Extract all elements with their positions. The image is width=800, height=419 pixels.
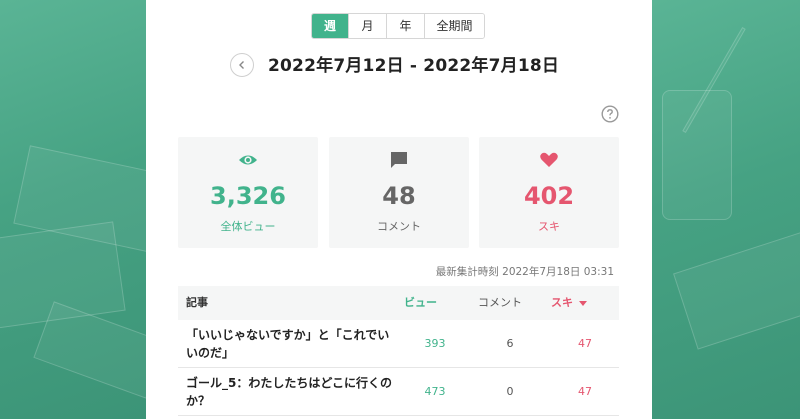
- article-views: 393: [424, 337, 446, 350]
- heart-icon: [540, 152, 558, 167]
- column-header-likes[interactable]: スキ: [551, 286, 587, 320]
- background-photo-left: [0, 0, 146, 419]
- views-count: 3,326: [210, 182, 286, 210]
- column-header-likes-label: スキ: [551, 296, 573, 309]
- article-title[interactable]: 「いいじゃないですか」と「これでいいのだ」: [186, 326, 396, 362]
- table-row[interactable]: ゴール_5：わたしたちはどこに行くのか？ 473 0 47: [178, 368, 619, 416]
- article-likes: 47: [578, 337, 592, 350]
- tab-all-time[interactable]: 全期間: [424, 14, 484, 38]
- eye-icon: [239, 155, 257, 165]
- background-photo-right: [652, 0, 800, 419]
- tab-week[interactable]: 週: [312, 14, 348, 38]
- table-header: 記事 ビュー コメント スキ: [178, 286, 619, 320]
- tab-year[interactable]: 年: [386, 14, 424, 38]
- comment-icon: [391, 152, 407, 168]
- help-icon[interactable]: [601, 105, 619, 123]
- column-header-comments[interactable]: コメント: [478, 286, 522, 320]
- article-comments: 0: [506, 385, 514, 398]
- articles-table: 記事 ビュー コメント スキ 「いいじゃないですか」と「これでいいのだ」 393…: [178, 286, 619, 416]
- stats-panel: 週 月 年 全期間 2022年7月12日 - 2022年7月18日 3,326 …: [146, 0, 652, 419]
- comments-card: 48 コメント: [329, 137, 469, 248]
- previous-period-button[interactable]: [230, 53, 254, 77]
- article-title[interactable]: ゴール_5：わたしたちはどこに行くのか？: [186, 374, 396, 410]
- period-tabs: 週 月 年 全期間: [311, 13, 485, 39]
- date-range-title: 2022年7月12日 - 2022年7月18日: [268, 56, 560, 76]
- chevron-left-icon: [239, 61, 244, 69]
- tab-month[interactable]: 月: [348, 14, 386, 38]
- likes-label: スキ: [538, 220, 560, 233]
- likes-count: 402: [523, 182, 575, 210]
- column-header-title: 記事: [186, 296, 208, 309]
- likes-card: 402 スキ: [479, 137, 619, 248]
- sort-descending-icon: [579, 300, 587, 306]
- comments-label: コメント: [377, 220, 421, 233]
- last-updated-timestamp: 最新集計時刻 2022年7月18日 03:31: [435, 266, 614, 278]
- comments-count: 48: [382, 182, 416, 210]
- article-likes: 47: [578, 385, 592, 398]
- column-header-views[interactable]: ビュー: [404, 286, 437, 320]
- article-views: 473: [424, 385, 446, 398]
- views-label: 全体ビュー: [220, 220, 276, 233]
- article-comments: 6: [506, 337, 514, 350]
- table-row[interactable]: 「いいじゃないですか」と「これでいいのだ」 393 6 47: [178, 320, 619, 368]
- views-card: 3,326 全体ビュー: [178, 137, 318, 248]
